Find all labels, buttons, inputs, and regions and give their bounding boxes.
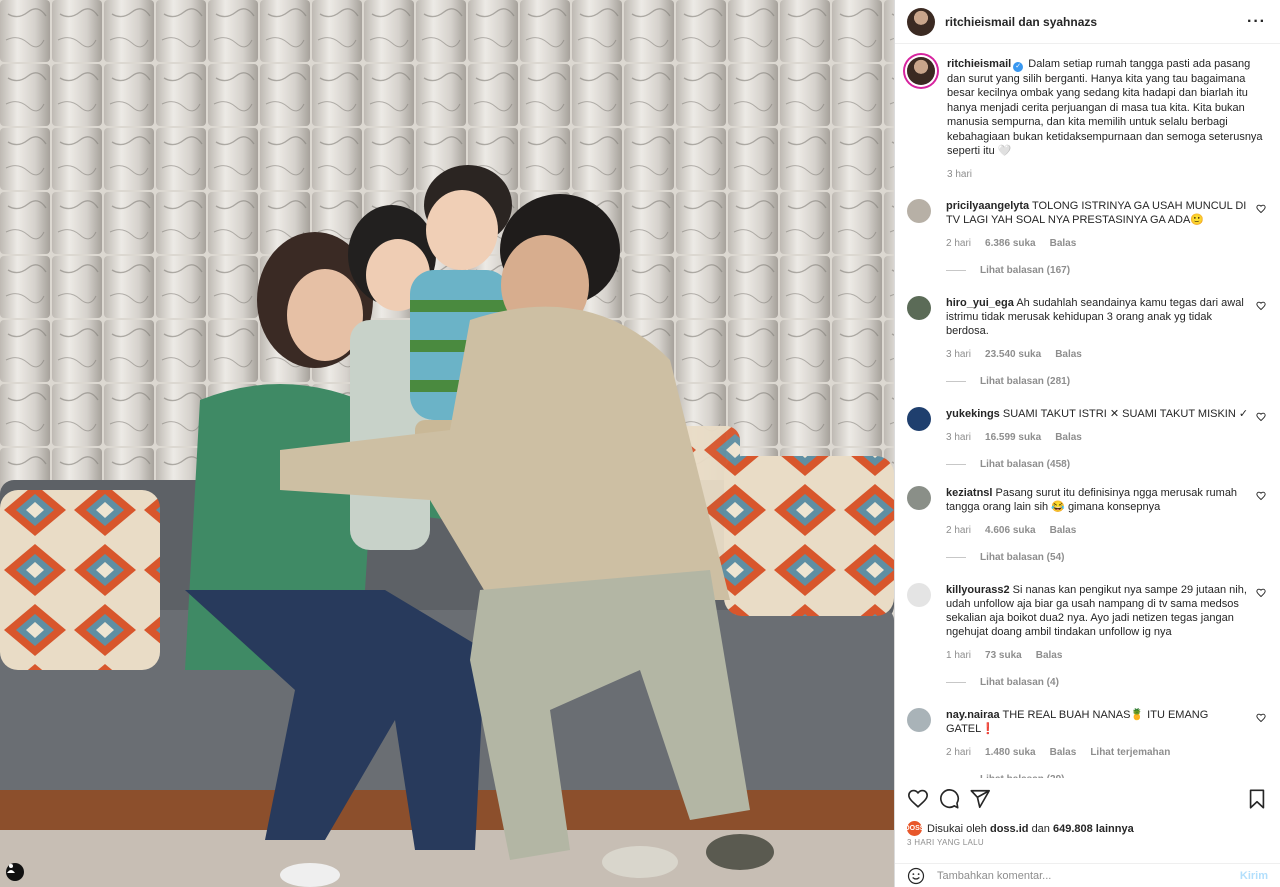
add-comment-bar: Kirim <box>895 863 1280 887</box>
action-bar <box>895 786 1280 812</box>
view-replies-label: Lihat balasan (4) <box>980 676 1059 688</box>
comment-text: SUAMI TAKUT ISTRI ✕ SUAMI TAKUT MISKIN ✓ <box>1002 407 1249 420</box>
post-comment-button[interactable]: Kirim <box>1240 870 1268 882</box>
comment-heart-icon[interactable] <box>1256 301 1266 311</box>
header-usernames[interactable]: ritchieismail dan syahnazs <box>945 15 1247 29</box>
comment-avatar[interactable] <box>907 198 931 223</box>
comment-item: killyourass2 Si nanas kan pengikut nya s… <box>895 582 1280 663</box>
view-replies-button[interactable]: Lihat balasan (4) <box>946 677 1280 688</box>
comment-list: pricilyaangelyta TOLONG ISTRINYA GA USAH… <box>895 198 1280 778</box>
comment-time[interactable]: 3 hari <box>946 348 971 362</box>
comment-avatar[interactable] <box>907 406 931 431</box>
comment-like-count[interactable]: 73 suka <box>985 649 1022 663</box>
comment-item: keziatnsl Pasang surut itu definisinya n… <box>895 485 1280 538</box>
more-icon[interactable]: ··· <box>1247 13 1266 31</box>
comment-like-count[interactable]: 1.480 suka <box>985 746 1036 760</box>
translate-button[interactable]: Lihat terjemahan <box>1090 746 1170 760</box>
caption-username[interactable]: ritchieismail <box>947 58 1011 70</box>
view-replies-button[interactable]: Lihat balasan (458) <box>946 459 1280 470</box>
comment-username[interactable]: keziatnsl <box>946 487 992 499</box>
heart-icon[interactable] <box>907 788 929 810</box>
share-icon[interactable] <box>969 788 991 810</box>
comment-icon[interactable] <box>938 788 960 810</box>
view-replies-button[interactable]: Lihat balasan (281) <box>946 376 1280 387</box>
comment-username[interactable]: hiro_yui_ega <box>946 297 1014 309</box>
caption-avatar[interactable] <box>907 57 935 85</box>
replies-divider <box>946 556 966 558</box>
comment-time[interactable]: 1 hari <box>946 649 971 663</box>
comment-like-count[interactable]: 4.606 suka <box>985 524 1036 538</box>
header-avatar[interactable] <box>907 7 935 36</box>
view-replies-button[interactable]: Lihat balasan (54) <box>946 552 1280 563</box>
comment-username[interactable]: killyourass2 <box>946 584 1010 596</box>
comment-item: pricilyaangelyta TOLONG ISTRINYA GA USAH… <box>895 198 1280 251</box>
comment-like-count[interactable]: 23.540 suka <box>985 348 1041 362</box>
comment-like-count[interactable]: 16.599 suka <box>985 431 1041 445</box>
view-replies-label: Lihat balasan (458) <box>980 458 1071 470</box>
post-timestamp[interactable]: 3 HARI YANG LALU <box>907 838 984 847</box>
replies-divider <box>946 380 966 382</box>
comment-time[interactable]: 2 hari <box>946 746 971 760</box>
likes-middle: dan <box>1031 822 1050 835</box>
post-caption: ritchieismail ✓ Dalam setiap rumah tangga… <box>895 45 1280 183</box>
view-replies-label: Lihat balasan (167) <box>980 264 1071 276</box>
likes-prefix: Disukai oleh <box>927 822 987 835</box>
replies-divider <box>946 681 966 683</box>
comment-heart-icon[interactable] <box>1256 204 1266 214</box>
view-replies-label: Lihat balasan (29) <box>980 774 1064 778</box>
replies-divider <box>946 269 966 271</box>
reply-button[interactable]: Balas <box>1050 524 1077 538</box>
comment-time[interactable]: 3 hari <box>946 431 971 445</box>
comment-avatar[interactable] <box>907 295 931 320</box>
comment-time[interactable]: 2 hari <box>946 524 971 538</box>
bookmark-icon[interactable] <box>1246 788 1268 810</box>
comment-heart-icon[interactable] <box>1256 491 1266 501</box>
comment-heart-icon[interactable] <box>1256 713 1266 723</box>
reply-button[interactable]: Balas <box>1050 746 1077 760</box>
liker-avatar[interactable]: DOSS <box>905 821 924 836</box>
comment-heart-icon[interactable] <box>1256 412 1266 422</box>
verified-badge-icon: ✓ <box>1013 62 1024 72</box>
view-replies-button[interactable]: Lihat balasan (29) <box>946 774 1280 778</box>
family-photo-illustration <box>0 0 894 887</box>
comment-heart-icon[interactable] <box>1256 588 1266 598</box>
comments-feed[interactable]: ritchieismail ✓ Dalam setiap rumah tangga… <box>895 45 1280 778</box>
caption-time[interactable]: 3 hari <box>947 168 972 182</box>
comment-item: yukekings SUAMI TAKUT ISTRI ✕ SUAMI TAKU… <box>895 406 1280 445</box>
emoji-icon[interactable] <box>907 867 925 885</box>
post-header: ritchieismail dan syahnazs ··· <box>895 0 1280 44</box>
comment-like-count[interactable]: 6.386 suka <box>985 237 1036 251</box>
likes-summary: DOSS Disukai oleh doss.id dan 649.808 la… <box>905 821 1134 836</box>
comment-time[interactable]: 2 hari <box>946 237 971 251</box>
post-side-panel: ritchieismail dan syahnazs ··· ritchieis… <box>894 0 1280 887</box>
comment-avatar[interactable] <box>907 485 931 510</box>
reply-button[interactable]: Balas <box>1036 649 1063 663</box>
user-tag-icon[interactable] <box>6 863 24 881</box>
view-replies-label: Lihat balasan (281) <box>980 375 1071 387</box>
comment-item: nay.nairaa THE REAL BUAH NANAS🍍 ITU EMAN… <box>895 707 1280 760</box>
view-replies-button[interactable]: Lihat balasan (167) <box>946 265 1280 276</box>
comment-username[interactable]: pricilyaangelyta <box>946 200 1029 212</box>
comment-input[interactable] <box>937 869 1240 882</box>
replies-divider <box>946 463 966 465</box>
comment-username[interactable]: yukekings <box>946 408 1000 420</box>
liker-username[interactable]: doss.id <box>990 823 1029 835</box>
caption-text: Dalam setiap rumah tangga pasti ada pasa… <box>947 58 1263 158</box>
reply-button[interactable]: Balas <box>1050 237 1077 251</box>
comment-item: hiro_yui_ega Ah sudahlah seandainya kamu… <box>895 295 1280 362</box>
comment-avatar[interactable] <box>907 582 931 607</box>
comment-avatar[interactable] <box>907 707 931 732</box>
comment-username[interactable]: nay.nairaa <box>946 709 1000 721</box>
reply-button[interactable]: Balas <box>1055 348 1082 362</box>
post-photo[interactable] <box>0 0 894 887</box>
likes-count[interactable]: 649.808 lainnya <box>1053 823 1134 835</box>
reply-button[interactable]: Balas <box>1055 431 1082 445</box>
view-replies-label: Lihat balasan (54) <box>980 551 1065 563</box>
